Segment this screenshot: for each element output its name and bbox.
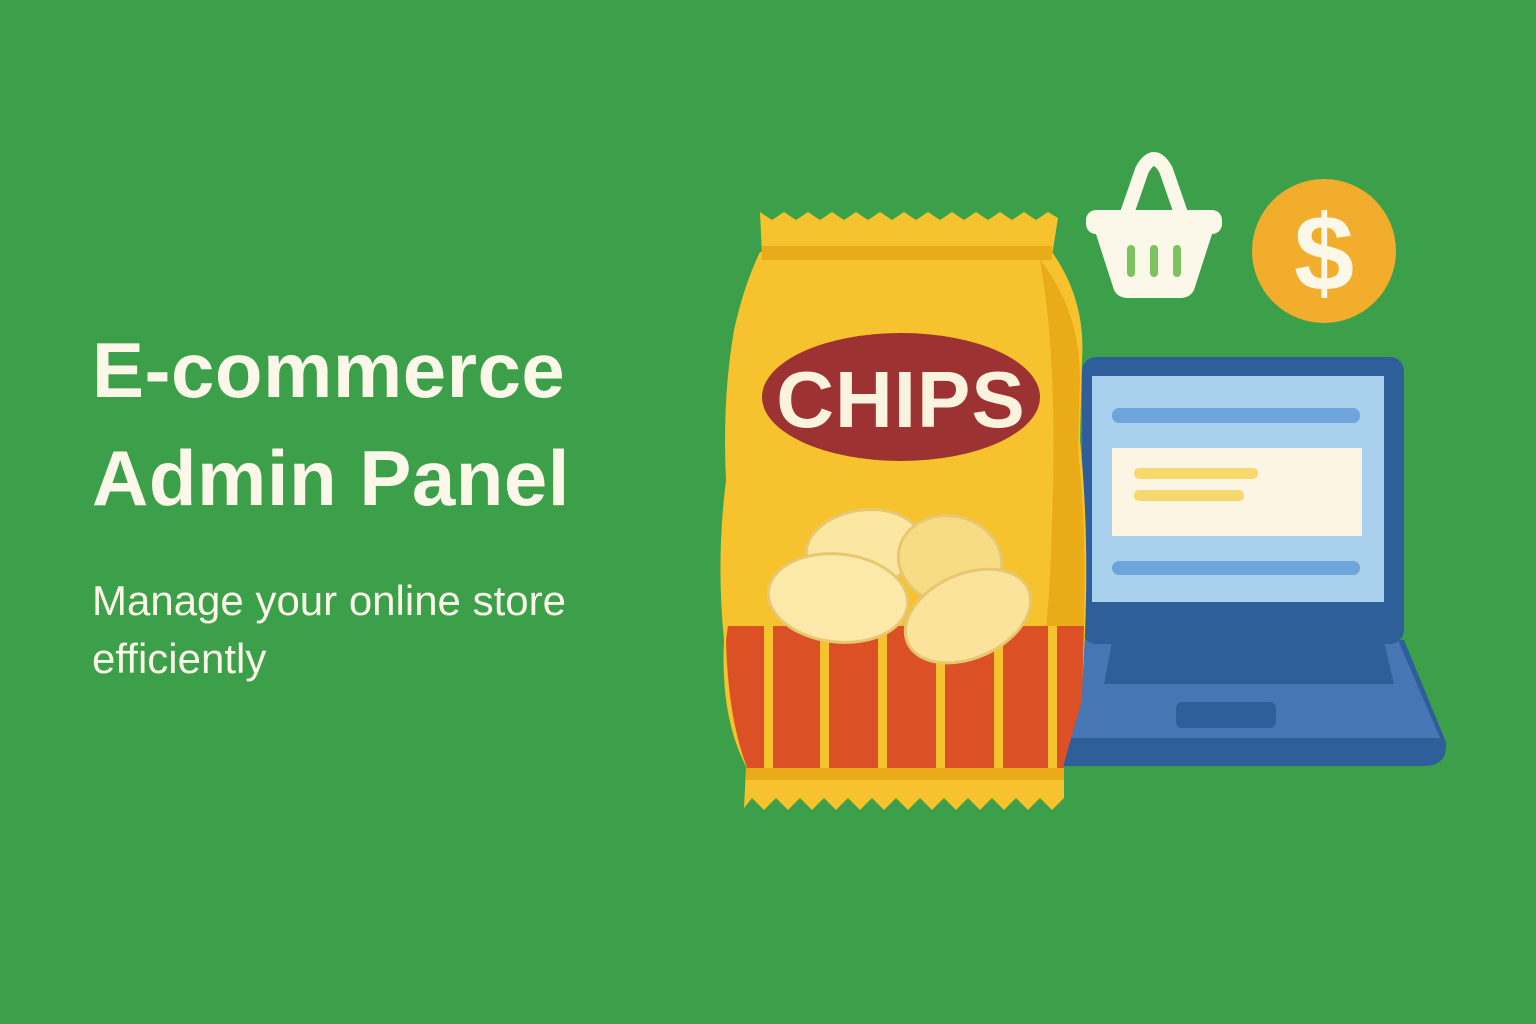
shopping-basket-icon <box>1086 152 1222 298</box>
chips-bag-icon: CHIPS <box>720 212 1087 810</box>
dollar-sign: $ <box>1294 192 1354 313</box>
chips-label: CHIPS <box>776 355 1026 444</box>
illustration: CHIPS $ <box>720 152 1447 810</box>
dollar-coin-icon: $ <box>1252 179 1396 323</box>
laptop-icon <box>1040 357 1447 766</box>
